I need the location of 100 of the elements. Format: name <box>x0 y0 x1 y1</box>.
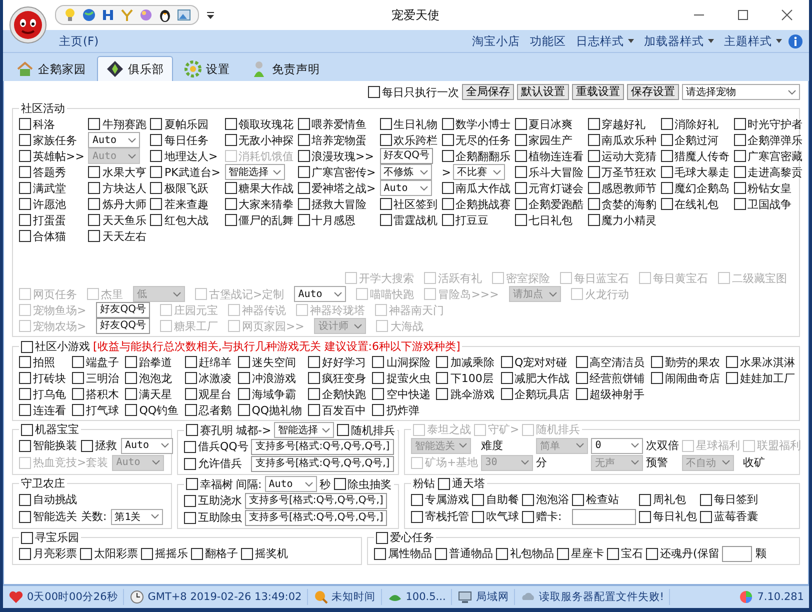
checkbox[interactable]: 运动大竞猜 <box>588 148 657 164</box>
checkbox[interactable]: 借兵QQ号 <box>184 439 248 454</box>
checkbox[interactable]: 企鹅翻翻乐 <box>442 148 511 164</box>
checkbox[interactable]: 高空清洁员 <box>576 354 645 370</box>
checkbox[interactable]: 七日礼包 <box>514 212 573 228</box>
checkbox[interactable]: 疯狂变身 <box>308 370 366 386</box>
checkbox[interactable]: 广寒宫密藏 <box>734 148 803 164</box>
checkbox[interactable]: 无敌小神探 <box>224 132 294 148</box>
dropdown-arrow-icon[interactable] <box>207 12 214 18</box>
checkbox[interactable]: 寻宝乐园 <box>21 530 79 545</box>
checkbox[interactable]: 闹闹曲奇店 <box>650 370 720 386</box>
checkbox[interactable]: 每日只执行一次 <box>368 84 459 100</box>
checkbox[interactable]: 打豆豆 <box>442 212 489 228</box>
maximize-icon[interactable] <box>737 9 749 21</box>
globe-icon[interactable] <box>81 7 97 23</box>
checkbox[interactable]: 魔幻企鹅岛 <box>660 180 730 196</box>
toolbar-button[interactable]: 默认设置 <box>517 84 569 100</box>
text-field[interactable] <box>722 546 752 562</box>
checkbox[interactable]: 随机排兵 <box>337 422 396 438</box>
checkbox[interactable]: 海域争霸 <box>238 386 296 402</box>
bars-icon[interactable] <box>100 7 116 23</box>
checkbox[interactable]: 卫国战争 <box>734 196 792 212</box>
checkbox[interactable]: 智能选关 <box>19 509 77 524</box>
checkbox[interactable]: 水果大亨 <box>88 164 146 180</box>
text-field[interactable]: 支持多号[格式:Q号,Q号,Q号,] <box>245 492 388 508</box>
checkbox[interactable]: 天天左右 <box>88 228 146 244</box>
checkbox[interactable]: 数学小博士 <box>442 116 511 132</box>
checkbox[interactable]: 打乌龟 <box>19 386 66 402</box>
dropdown[interactable]: 请选择宠物 <box>682 84 800 100</box>
text-field[interactable]: 支持多号[格式:Q号,Q号,Q号,] <box>251 456 394 472</box>
checkbox[interactable]: 蓝莓香囊 <box>700 509 758 524</box>
checkbox[interactable]: 迷失空间 <box>238 354 296 370</box>
checkbox[interactable]: 智能换装 <box>19 438 77 453</box>
checkbox[interactable]: 拯救大冒险 <box>298 196 367 212</box>
checkbox[interactable]: 生日礼物 <box>380 116 438 132</box>
checkbox[interactable]: 爱神塔之战> <box>298 180 376 196</box>
text-field[interactable]: 支持多号[格式:Q号,Q号,Q号,] <box>245 510 388 526</box>
dropdown[interactable]: 不修炼 <box>380 164 432 180</box>
checkbox[interactable]: QQ钓鱼 <box>125 402 179 418</box>
checkbox[interactable]: 消除好礼 <box>660 116 719 132</box>
dropdown[interactable]: Auto <box>121 438 173 454</box>
checkbox[interactable]: 企鹅玩具店 <box>500 386 570 402</box>
checkbox[interactable]: 英雄帖>> <box>19 148 84 164</box>
home-menu[interactable]: 主页(F) <box>59 34 99 48</box>
dropdown[interactable]: Auto <box>380 180 432 196</box>
dropdown[interactable]: 第1关 <box>110 508 163 524</box>
checkbox[interactable]: 乐斗大冒险 <box>514 164 584 180</box>
checkbox[interactable]: 极限飞跃 <box>150 180 208 196</box>
checkbox[interactable]: 家族任务 <box>19 132 77 148</box>
checkbox[interactable]: 贪婪的海豹 <box>588 196 657 212</box>
checkbox[interactable]: 泡泡浴 <box>522 492 569 507</box>
checkbox[interactable]: 南瓜欢乐种 <box>588 132 657 148</box>
info-icon[interactable] <box>788 34 803 48</box>
checkbox[interactable]: 机器宝宝 <box>21 422 79 437</box>
checkbox[interactable]: 星座卡 <box>557 546 604 561</box>
checkbox[interactable]: 夏帕乐园 <box>150 116 208 132</box>
checkbox[interactable]: 宝石 <box>607 546 643 561</box>
checkbox[interactable]: 万圣节狂欢 <box>588 164 657 180</box>
tab[interactable]: 免责声明 <box>241 56 329 81</box>
checkbox[interactable]: 打砖块 <box>19 370 66 386</box>
checkbox[interactable]: 还魂丹(保留 <box>646 546 720 561</box>
checkbox[interactable]: 幸福树 <box>186 476 233 492</box>
checkbox[interactable]: PK武道台> <box>150 164 221 180</box>
checkbox[interactable]: 科洛 <box>19 116 55 132</box>
checkbox[interactable]: 答题秀 <box>19 164 66 180</box>
checkbox[interactable]: 满天星 <box>125 386 172 402</box>
checkbox[interactable]: 大家来猜拳 <box>224 196 294 212</box>
checkbox[interactable]: 专属游戏 <box>411 492 469 507</box>
checkbox[interactable]: 社区签到 <box>380 196 438 212</box>
checkbox[interactable]: 无尽的任务 <box>442 132 511 148</box>
tab[interactable]: 设置 <box>175 56 239 81</box>
checkbox[interactable]: 经营煎饼铺 <box>576 370 645 386</box>
checkbox[interactable]: 糖果大作战 <box>224 180 294 196</box>
checkbox[interactable]: 打气球 <box>72 402 120 418</box>
checkbox[interactable]: 浪漫玫瑰>> <box>298 148 374 164</box>
dropdown[interactable]: Auto <box>264 476 317 492</box>
checkbox[interactable]: 自动挑战 <box>19 492 77 507</box>
checkbox[interactable]: 三明治 <box>72 370 120 386</box>
checkbox[interactable]: 月亮彩票 <box>19 546 77 561</box>
checkbox[interactable]: 夏日冰爽 <box>514 116 573 132</box>
dropdown[interactable]: 智能选择 <box>224 164 285 180</box>
menu-item[interactable]: 加载器样式 <box>644 34 714 48</box>
checkbox[interactable]: 冲浪游戏 <box>238 370 296 386</box>
checkbox[interactable]: 欢乐跨栏 <box>380 132 438 148</box>
checkbox[interactable]: 方块达人 <box>88 180 146 196</box>
checkbox[interactable]: 属性物品 <box>374 546 432 561</box>
toolbar-button[interactable]: 全局保存 <box>462 84 514 100</box>
checkbox[interactable]: 寄栈托管 <box>411 509 469 524</box>
checkbox[interactable]: 捉萤火虫 <box>372 370 430 386</box>
checkbox[interactable]: 魔力小精灵 <box>588 212 657 228</box>
checkbox[interactable]: 粉钻女皇 <box>734 180 792 196</box>
checkbox[interactable]: 娃娃加工厂 <box>726 370 795 386</box>
checkbox[interactable]: 礼包物品 <box>496 546 554 561</box>
checkbox[interactable]: QQ抛礼物 <box>238 402 302 418</box>
checkbox[interactable]: 跳伞游戏 <box>436 386 494 402</box>
checkbox[interactable]: 山洞探险 <box>372 354 430 370</box>
checkbox[interactable]: 通天塔 <box>438 476 485 491</box>
checkbox[interactable]: 茬来查趣 <box>150 196 208 212</box>
checkbox[interactable]: 牛翔赛跑 <box>88 116 146 132</box>
checkbox[interactable]: 泡泡龙 <box>125 370 172 386</box>
